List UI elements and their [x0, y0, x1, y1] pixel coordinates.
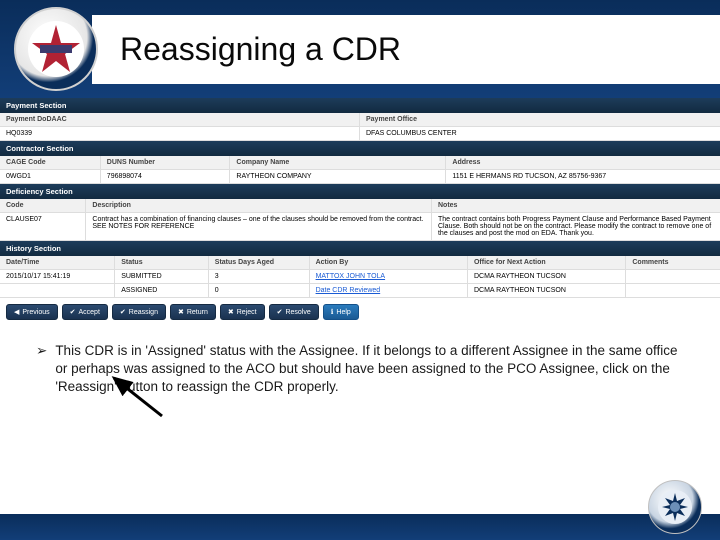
label-comments: Comments — [626, 256, 720, 269]
label-days: Status Days Aged — [209, 256, 310, 269]
table-row: ASSIGNED 0 Date CDR Reviewed DCMA RAYTHE… — [0, 284, 720, 298]
reject-button[interactable]: ✖Reject — [220, 304, 265, 320]
table-row: 2015/10/17 15:41:19 SUBMITTED 3 MATTOX J… — [0, 270, 720, 284]
value-notes: The contract contains both Progress Paym… — [432, 213, 720, 240]
x-icon: ✖ — [178, 308, 184, 316]
value-duns: 796898074 — [101, 170, 231, 183]
label-actionby: Action By — [310, 256, 468, 269]
label-address: Address — [446, 156, 720, 169]
check-icon: ✔ — [70, 308, 76, 316]
label-notes: Notes — [432, 199, 720, 212]
label-payment-dodaac: Payment DoDAAC — [0, 113, 360, 126]
label-status: Status — [115, 256, 209, 269]
label-company: Company Name — [230, 156, 446, 169]
label-duns: DUNS Number — [101, 156, 231, 169]
section-header-payment: Payment Section — [0, 98, 720, 113]
agency-seal — [14, 7, 98, 91]
dod-seal — [648, 480, 702, 534]
label-description: Description — [86, 199, 432, 212]
help-button[interactable]: ℹHelp — [323, 304, 359, 320]
return-button[interactable]: ✖Return — [170, 304, 216, 320]
accept-button[interactable]: ✔Accept — [62, 304, 108, 320]
label-code: Code — [0, 199, 86, 212]
action-button-bar: ◀Previous ✔Accept ✔Reassign ✖Return ✖Rej… — [0, 298, 720, 326]
x-icon: ✖ — [228, 308, 234, 316]
value-description: Contract has a combination of financing … — [86, 213, 432, 240]
value-company: RAYTHEON COMPANY — [230, 170, 446, 183]
label-datetime: Date/Time — [0, 256, 115, 269]
resolve-button[interactable]: ✔Resolve — [269, 304, 319, 320]
check-icon: ✔ — [277, 308, 283, 316]
value-code: CLAUSE07 — [0, 213, 86, 240]
label-cage: CAGE Code — [0, 156, 101, 169]
label-payment-office: Payment Office — [360, 113, 720, 126]
footer-band — [0, 514, 720, 540]
value-cage: 0WGD1 — [0, 170, 101, 183]
label-nextoffice: Office for Next Action — [468, 256, 626, 269]
section-header-history: History Section — [0, 241, 720, 256]
reassign-button[interactable]: ✔Reassign — [112, 304, 166, 320]
value-payment-dodaac: HQ0339 — [0, 127, 360, 140]
action-by-link[interactable]: Date CDR Reviewed — [310, 284, 468, 297]
action-by-link[interactable]: MATTOX JOHN TOLA — [310, 270, 468, 283]
check-icon: ✔ — [120, 308, 126, 316]
info-icon: ℹ — [331, 308, 334, 316]
value-payment-office: DFAS COLUMBUS CENTER — [360, 127, 720, 140]
screenshot-panel: Payment Section Payment DoDAAC Payment O… — [0, 98, 720, 326]
section-header-deficiency: Deficiency Section — [0, 184, 720, 199]
bullet-arrow-icon: ➢ — [36, 342, 47, 397]
value-address: 1151 E HERMANS RD TUCSON, AZ 85756-9367 — [446, 170, 720, 183]
annotation-arrow — [100, 372, 180, 422]
section-header-contractor: Contractor Section — [0, 141, 720, 156]
page-title: Reassigning a CDR — [120, 31, 692, 68]
previous-button[interactable]: ◀Previous — [6, 304, 58, 320]
arrow-left-icon: ◀ — [14, 308, 19, 316]
